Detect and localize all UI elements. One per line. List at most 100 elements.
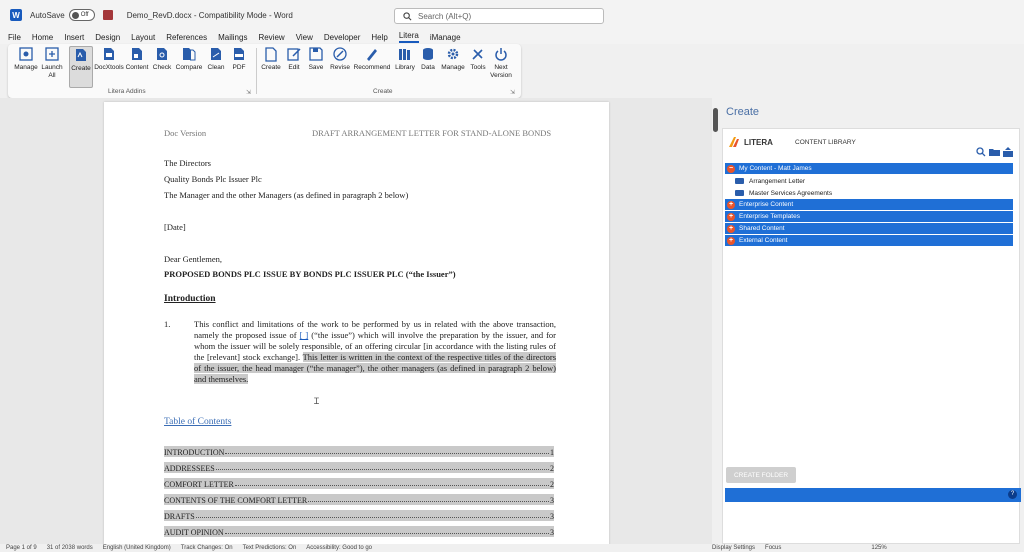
manage-label: Manage <box>441 64 465 71</box>
create-folder-button[interactable]: CREATE FOLDER <box>726 467 796 483</box>
toc-row[interactable]: DRAFTS 3 <box>164 510 554 521</box>
check-button[interactable]: Check <box>151 46 173 86</box>
tools-button[interactable]: Tools <box>468 46 488 86</box>
address-line-3: The Manager and the other Managers (as d… <box>164 190 409 200</box>
toc-label: AUDIT OPINION <box>164 528 224 537</box>
next-version-label: Next Version <box>490 64 512 79</box>
tree-item-arrangement-letter[interactable]: Arrangement Letter <box>725 175 1013 187</box>
document-area: Doc Version DRAFT ARRANGEMENT LETTER FOR… <box>0 98 712 544</box>
create-button[interactable]: Create <box>259 46 283 86</box>
revise-button[interactable]: Revise <box>328 46 352 86</box>
zoom-level[interactable]: 125% <box>871 545 886 551</box>
content-button[interactable]: Content <box>124 46 150 86</box>
manage-addins-button[interactable]: Manage <box>11 46 41 86</box>
tree-group-shared-content[interactable]: + Shared Content <box>725 223 1013 235</box>
data-button[interactable]: Data <box>418 46 438 86</box>
toc-row[interactable]: COMFORT LETTER 2 <box>164 478 554 489</box>
autosave-toggle[interactable]: Off <box>68 9 95 21</box>
accessibility-status[interactable]: Accessibility: Good to go <box>306 545 372 551</box>
menu-mailings[interactable]: Mailings <box>218 33 247 42</box>
issue-bracket-field[interactable]: [ ] <box>300 330 309 340</box>
next-version-button[interactable]: Next Version <box>489 46 513 86</box>
menu-view[interactable]: View <box>296 33 313 42</box>
manage-button[interactable]: Manage <box>439 46 467 86</box>
toc-row[interactable]: CONTENTS OF THE COMFORT LETTER 3 <box>164 494 554 505</box>
expand-icon[interactable]: + <box>727 212 735 221</box>
text-predictions-status[interactable]: Text Predictions: On <box>243 545 297 551</box>
expand-icon[interactable]: + <box>727 236 735 245</box>
menu-design[interactable]: Design <box>95 33 120 42</box>
toc-label: ADDRESSEES <box>164 464 215 473</box>
launch-all-button[interactable]: Launch All <box>39 46 65 86</box>
group-launcher-icon[interactable]: ⇲ <box>246 89 251 96</box>
scrollbar-thumb[interactable] <box>713 108 718 132</box>
menu-review[interactable]: Review <box>258 33 284 42</box>
page-count[interactable]: Page 1 of 9 <box>6 545 37 551</box>
save-button[interactable]: Save <box>306 46 326 86</box>
date-placeholder: [Date] <box>164 222 186 232</box>
table-of-contents-title[interactable]: Table of Contents <box>164 417 231 427</box>
open-folder-icon[interactable] <box>989 147 1000 157</box>
content-library-tab[interactable]: CONTENT LIBRARY <box>795 139 856 146</box>
search-placeholder: Search (Alt+Q) <box>418 11 472 21</box>
upload-folder-icon[interactable] <box>1003 147 1013 157</box>
edit-button[interactable]: Edit <box>284 46 304 86</box>
library-button[interactable]: Library <box>393 46 417 86</box>
menu-insert[interactable]: Insert <box>64 33 84 42</box>
menu-imanage[interactable]: iManage <box>430 33 461 42</box>
autosave-toggle-label: Off <box>80 12 89 18</box>
pdf-button[interactable]: PDF <box>228 46 250 86</box>
language[interactable]: English (United Kingdom) <box>103 545 171 551</box>
create-group-launcher-icon[interactable]: ⇲ <box>510 89 515 96</box>
menu-litera[interactable]: Litera <box>398 31 419 43</box>
tree-group-external-content[interactable]: + External Content <box>725 235 1013 247</box>
compare-button[interactable]: Compare <box>174 46 204 86</box>
vertical-scrollbar[interactable] <box>712 98 720 544</box>
check-icon <box>154 46 170 62</box>
create-doc-icon <box>73 47 89 63</box>
toc-row[interactable]: ADDRESSEES 2 <box>164 462 554 473</box>
recommend-button[interactable]: Recommend <box>353 46 391 86</box>
salutation: Dear Gentlemen, <box>164 254 223 264</box>
docxtools-button[interactable]: DocXtools <box>94 46 124 86</box>
menu-help[interactable]: Help <box>371 33 387 42</box>
launch-icon <box>44 46 60 62</box>
menu-home[interactable]: Home <box>32 33 53 42</box>
title-bar: W AutoSave Off Demo_RevD.docx - Compatib… <box>0 0 1024 30</box>
menu-references[interactable]: References <box>166 33 207 42</box>
search-icon <box>403 11 412 20</box>
menu-developer[interactable]: Developer <box>324 33 360 42</box>
manage-addins-label: Manage <box>14 64 38 71</box>
display-settings[interactable]: Display Settings <box>712 545 755 551</box>
clean-label: Clean <box>207 64 225 71</box>
create-addin-button[interactable]: Create <box>69 46 93 88</box>
word-count[interactable]: 31 of 2038 words <box>47 545 93 551</box>
tools-icon <box>470 46 486 62</box>
menu-file[interactable]: File <box>8 33 21 42</box>
focus-mode[interactable]: Focus <box>765 545 781 551</box>
toc-page: 3 <box>550 512 554 521</box>
menu-layout[interactable]: Layout <box>131 33 155 42</box>
expand-icon[interactable]: + <box>727 224 735 233</box>
track-changes-status[interactable]: Track Changes: On <box>181 545 233 551</box>
tree-group-my-content[interactable]: − My Content - Matt James <box>725 163 1013 175</box>
search-icon[interactable] <box>976 147 986 157</box>
tree-group-enterprise-templates[interactable]: + Enterprise Templates <box>725 211 1013 223</box>
toc-row[interactable]: INTRODUCTION 1 <box>164 446 554 457</box>
search-box[interactable]: Search (Alt+Q) <box>394 8 604 24</box>
save-icon[interactable] <box>102 10 113 20</box>
database-icon <box>420 46 436 62</box>
tree-label: External Content <box>739 237 788 244</box>
clean-button[interactable]: Clean <box>205 46 227 86</box>
pane-toolbar <box>976 147 1013 157</box>
toc-row[interactable]: AUDIT OPINION 3 <box>164 526 554 537</box>
create-task-pane: Create LITERA CONTENT LIBRARY − My Conten… <box>720 98 1024 544</box>
help-icon[interactable]: ? <box>1008 490 1017 499</box>
expand-icon[interactable]: + <box>727 200 735 209</box>
tree-group-enterprise-content[interactable]: + Enterprise Content <box>725 199 1013 211</box>
create-addin-label: Create <box>71 65 91 72</box>
tree-item-master-services[interactable]: Master Services Agreements <box>725 187 1013 199</box>
document-page[interactable]: Doc Version DRAFT ARRANGEMENT LETTER FOR… <box>104 102 609 544</box>
new-document-icon <box>263 46 279 62</box>
collapse-icon[interactable]: − <box>727 164 735 173</box>
